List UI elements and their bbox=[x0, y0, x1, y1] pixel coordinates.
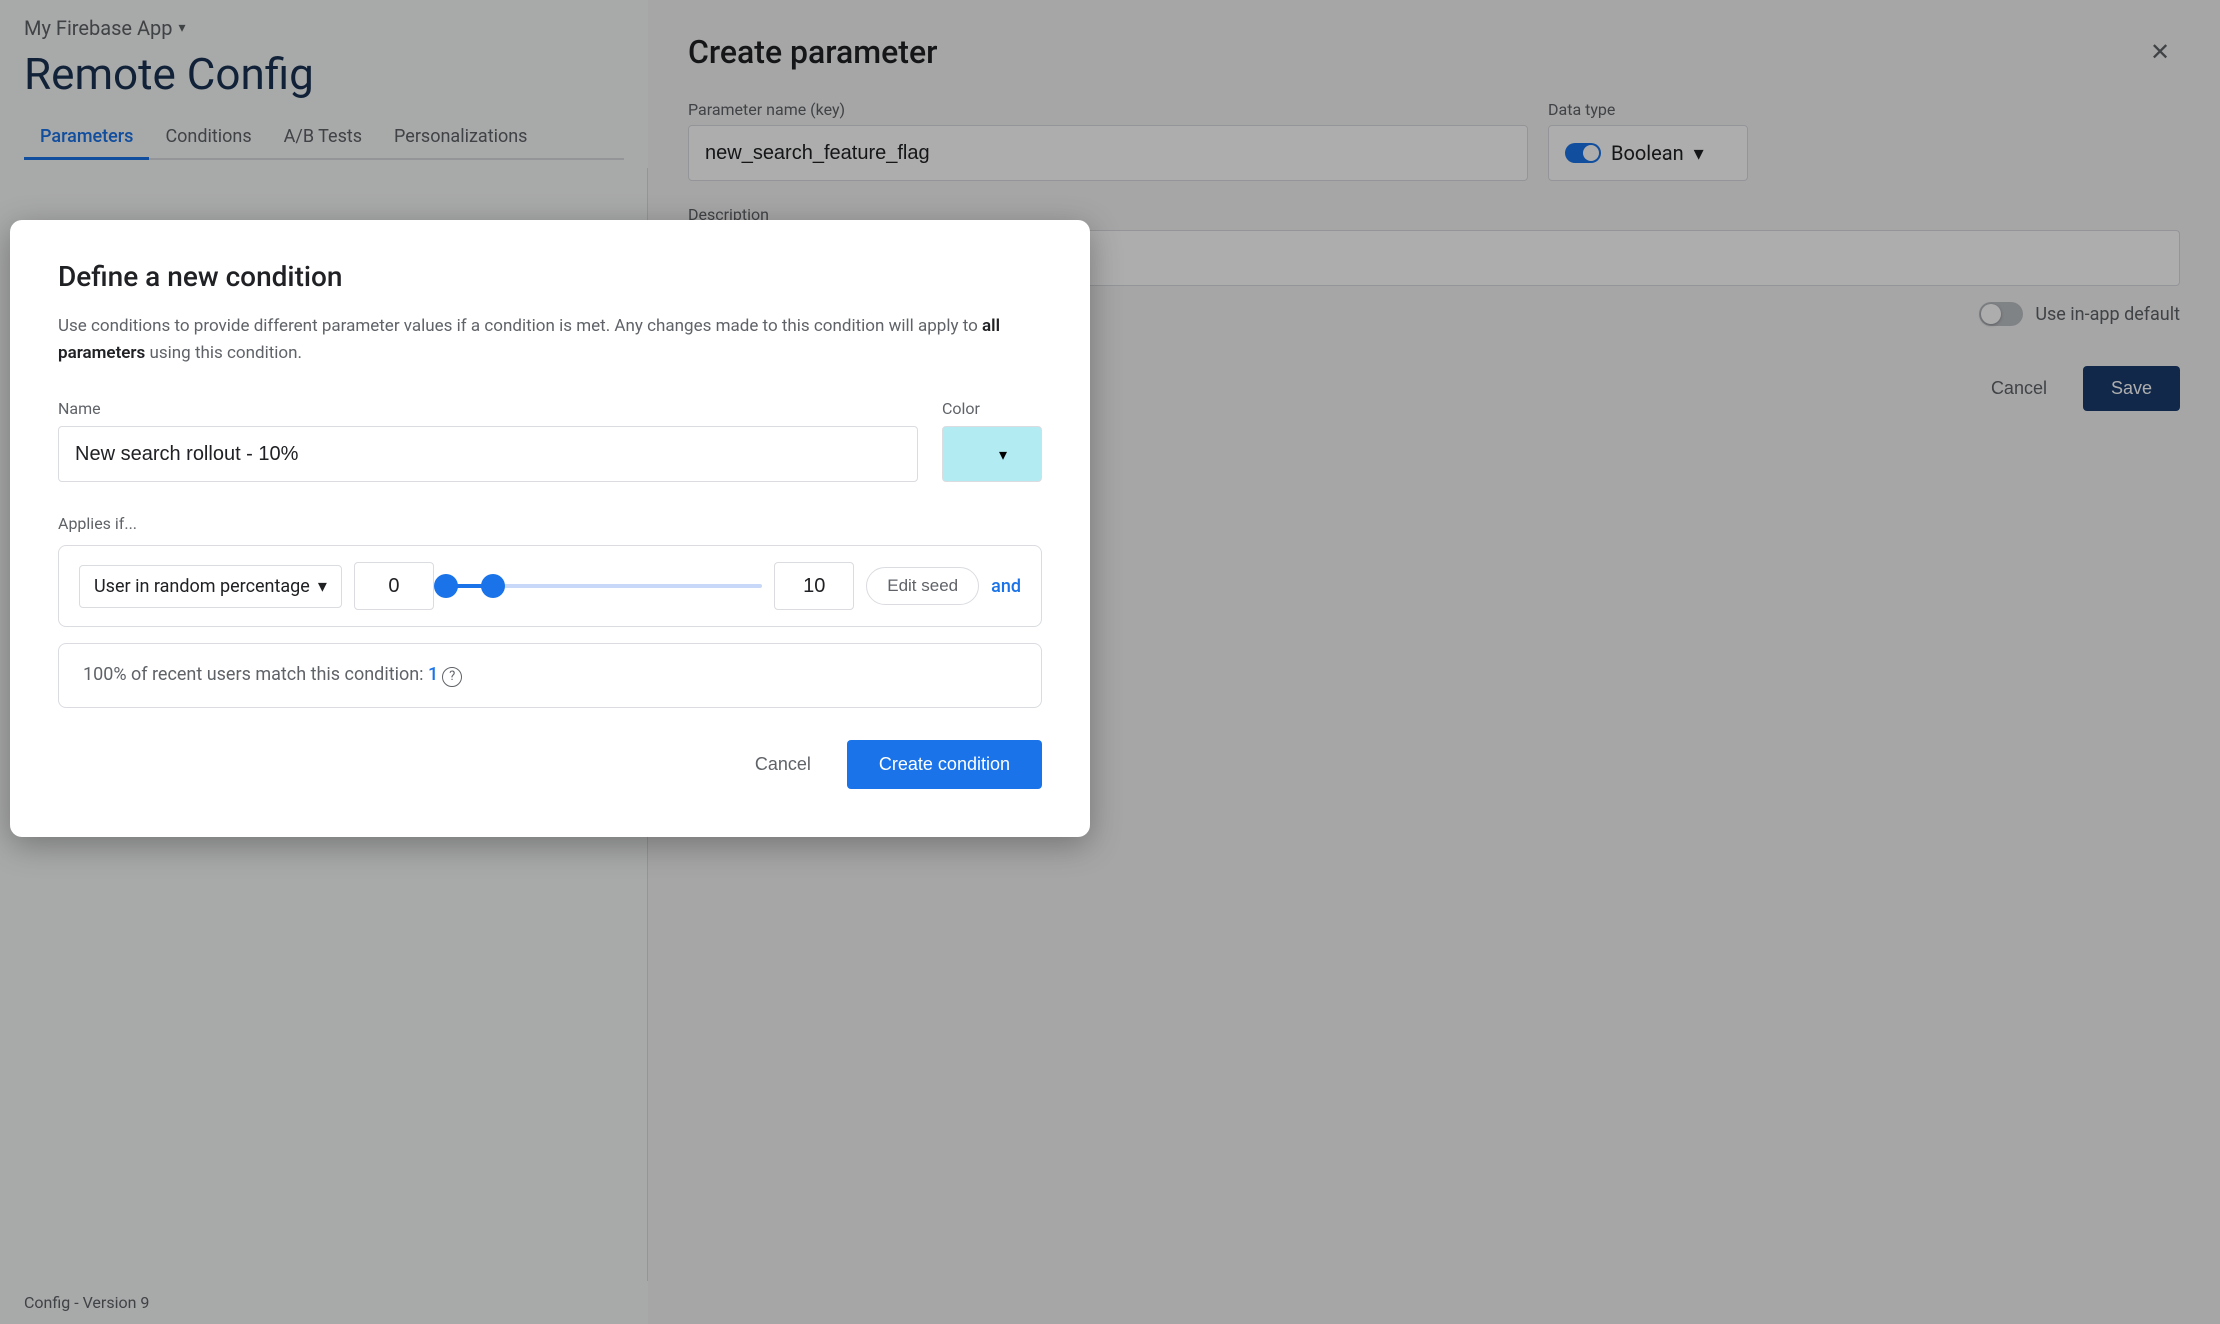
edit-seed-button[interactable]: Edit seed bbox=[866, 567, 979, 605]
match-help-icon[interactable]: ? bbox=[442, 667, 462, 687]
color-chevron-icon: ▾ bbox=[999, 445, 1007, 464]
slider-thumb-left[interactable] bbox=[434, 574, 458, 598]
color-dropdown[interactable]: ▾ bbox=[942, 426, 1042, 482]
color-swatch bbox=[959, 438, 991, 470]
cancel-condition-button[interactable]: Cancel bbox=[735, 742, 831, 787]
match-info-box: 100% of recent users match this conditio… bbox=[58, 643, 1042, 708]
color-field-label: Color bbox=[942, 399, 1042, 418]
slider-thumb-right[interactable] bbox=[481, 574, 505, 598]
match-info-text: 100% of recent users match this conditio… bbox=[83, 664, 428, 685]
define-condition-dialog: Define a new condition Use conditions to… bbox=[10, 220, 1090, 837]
condition-type-chevron-icon: ▾ bbox=[318, 576, 327, 597]
name-field-label: Name bbox=[58, 399, 918, 418]
condition-type-text: User in random percentage bbox=[94, 576, 310, 597]
dialog-actions: Cancel Create condition bbox=[58, 740, 1042, 789]
dialog-desc-part2: using this condition. bbox=[145, 343, 302, 363]
match-count: 1 bbox=[428, 664, 438, 685]
dialog-description: Use conditions to provide different para… bbox=[58, 313, 1042, 367]
condition-type-select[interactable]: User in random percentage ▾ bbox=[79, 565, 342, 608]
color-group: Color ▾ bbox=[942, 399, 1042, 482]
applies-if-label: Applies if... bbox=[58, 514, 1042, 533]
range-max-input[interactable] bbox=[774, 562, 854, 610]
create-condition-button[interactable]: Create condition bbox=[847, 740, 1042, 789]
slider-track bbox=[446, 584, 762, 588]
condition-name-group: Name bbox=[58, 399, 918, 482]
dialog-desc-part1: Use conditions to provide different para… bbox=[58, 316, 982, 336]
name-color-row: Name Color ▾ bbox=[58, 399, 1042, 482]
condition-name-input[interactable] bbox=[58, 426, 918, 482]
and-link[interactable]: and bbox=[991, 576, 1021, 597]
range-slider[interactable] bbox=[446, 562, 762, 610]
condition-row: User in random percentage ▾ Edit seed an… bbox=[58, 545, 1042, 627]
dialog-title: Define a new condition bbox=[58, 260, 1042, 293]
range-min-input[interactable] bbox=[354, 562, 434, 610]
